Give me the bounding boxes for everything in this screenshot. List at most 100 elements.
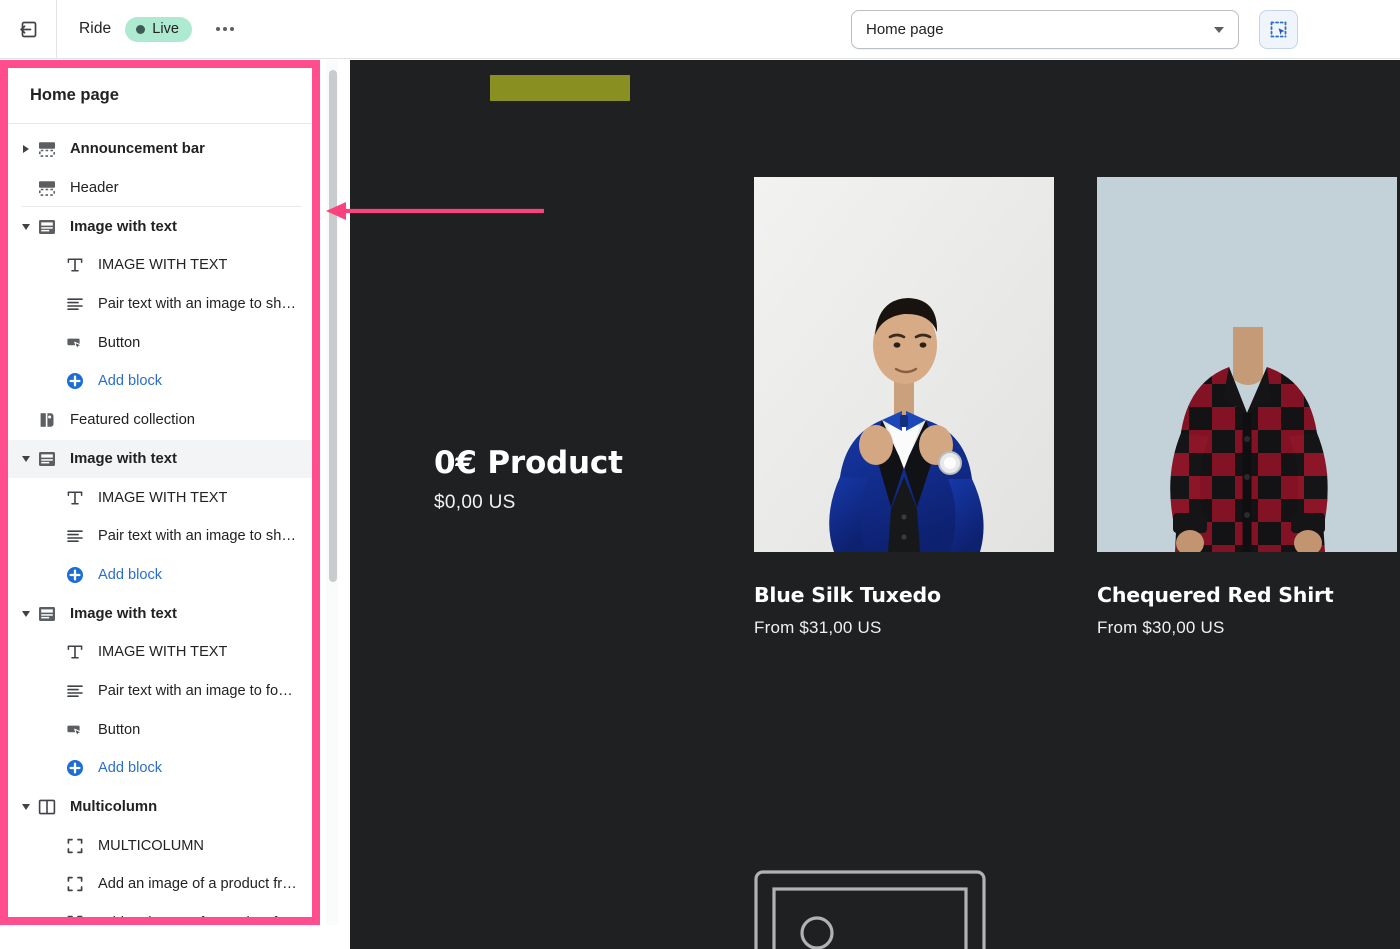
tree-item-label: Add an image of a product fr…: [98, 915, 297, 917]
tree-item-image-with-text[interactable]: Image with text: [8, 207, 312, 246]
tree-item-label: IMAGE WITH TEXT: [98, 257, 228, 274]
tree-item-add-block[interactable]: Add block: [8, 749, 312, 788]
tree-item-label: Pair text with an image to fo…: [98, 682, 293, 699]
tree-item-image-with-text[interactable]: IMAGE WITH TEXT: [8, 633, 312, 672]
section-tree: Announcement bar Header Image with text IMA…: [8, 124, 312, 917]
shop-name: Ride: [79, 20, 112, 37]
tree-item-label: Button: [98, 334, 141, 351]
plus-circle-icon: [64, 757, 86, 779]
tree-item-label: Add block: [98, 760, 163, 777]
image-with-text-icon: [36, 216, 58, 238]
tree-item-label: Multicolumn: [70, 799, 158, 816]
tree-item-add-an-image-of-a-product-fr[interactable]: Add an image of a product fr…: [8, 904, 312, 917]
tree-item-featured-collection[interactable]: Featured collection: [8, 401, 312, 440]
page-selector-value: Home page: [866, 21, 944, 38]
image-placeholder-icon: [754, 870, 986, 949]
twisty-triangle: [23, 145, 29, 154]
hero-product-price: $0,00 US: [434, 492, 516, 513]
product-image: [754, 177, 1054, 552]
product-card[interactable]: Blue Silk Tuxedo From $31,00 US: [754, 177, 1054, 638]
product-card[interactable]: Chequered Red Shirt From $30,00 US: [1097, 177, 1397, 638]
tree-item-label: Add an image of a product fr…: [98, 876, 297, 893]
tree-item-label: Featured collection: [70, 412, 196, 429]
product-image: [1097, 177, 1397, 552]
tree-item-multicolumn[interactable]: Multicolumn: [8, 788, 312, 827]
twisty-triangle: [22, 455, 30, 462]
tree-item-image-with-text[interactable]: Image with text: [8, 439, 312, 479]
tree-item-label: Add block: [98, 373, 163, 390]
price-tag-icon: [36, 409, 58, 431]
heading-text-icon: [64, 487, 86, 509]
tree-item-add-block[interactable]: Add block: [8, 556, 312, 595]
frame-corners-icon: [64, 912, 86, 917]
sections-panel-highlight: Home page Announcement bar Header Image wi…: [0, 60, 320, 925]
tree-item-label: Header: [70, 180, 119, 197]
tree-item-image-with-text[interactable]: Image with text: [8, 594, 312, 633]
tree-item-label: Add block: [98, 566, 163, 583]
announcement-bar-accent: [490, 75, 630, 101]
chevron-down-icon[interactable]: [16, 804, 36, 811]
status-dot-icon: [136, 24, 146, 34]
tree-item-multicolumn[interactable]: MULTICOLUMN: [8, 826, 312, 865]
image-placeholder: [754, 870, 986, 949]
tree-item-label: Pair text with an image to sh…: [98, 296, 296, 313]
hero-product-title: 0€ Product: [434, 445, 623, 481]
product-name: Chequered Red Shirt: [1097, 583, 1334, 607]
more-horizontal-icon: [215, 27, 220, 31]
tree-item-pair-text-with-an-image-to-sh[interactable]: Pair text with an image to sh…: [8, 517, 312, 556]
marquee-select-icon: [1270, 21, 1287, 38]
tree-item-label: Image with text: [70, 450, 177, 467]
man-in-blue-silk-tuxedo-photo: [754, 177, 1054, 552]
tree-item-announcement-bar[interactable]: Announcement bar: [8, 130, 312, 169]
tree-item-header[interactable]: Header: [8, 169, 312, 208]
sections-panel: Home page Announcement bar Header Image wi…: [8, 68, 312, 917]
twisty-triangle: [22, 610, 30, 617]
more-horizontal-icon: [222, 27, 227, 31]
more-options-button[interactable]: [210, 14, 240, 44]
section-bar-icon: [36, 177, 58, 199]
plus-circle-icon: [64, 564, 86, 586]
tree-item-image-with-text[interactable]: IMAGE WITH TEXT: [8, 246, 312, 285]
paragraph-icon: [64, 680, 86, 702]
tree-item-label: Image with text: [70, 605, 177, 622]
section-bar-icon: [36, 138, 58, 160]
heading-text-icon: [64, 641, 86, 663]
frame-corners-icon: [64, 873, 86, 895]
twisty-triangle: [22, 804, 30, 811]
theme-preview-canvas[interactable]: 0€ Product $0,00 US Blue Silk Tuxedo Fro…: [350, 60, 1400, 949]
chevron-down-icon[interactable]: [16, 455, 36, 462]
tree-item-button[interactable]: Button: [8, 710, 312, 749]
tree-item-image-with-text[interactable]: IMAGE WITH TEXT: [8, 478, 312, 517]
status-badge[interactable]: Live: [125, 16, 192, 42]
page-selector[interactable]: Home page: [851, 10, 1239, 49]
tree-item-pair-text-with-an-image-to-fo[interactable]: Pair text with an image to fo…: [8, 672, 312, 711]
tree-item-add-block[interactable]: Add block: [8, 362, 312, 401]
paragraph-icon: [64, 293, 86, 315]
topbar-divider: [56, 0, 57, 59]
chevron-right-icon[interactable]: [16, 145, 36, 154]
sidebar-scrollbar-thumb[interactable]: [328, 70, 337, 582]
tree-item-label: Announcement bar: [70, 141, 205, 158]
exit-arrow-icon: [19, 21, 36, 37]
status-badge-label: Live: [152, 21, 179, 37]
tree-item-label: Image with text: [70, 218, 177, 235]
product-price: From $30,00 US: [1097, 618, 1225, 637]
pink-left-arrow-pointer: [326, 202, 546, 220]
image-with-text-icon: [36, 603, 58, 625]
tree-item-label: MULTICOLUMN: [98, 837, 204, 854]
tree-item-add-an-image-of-a-product-fr[interactable]: Add an image of a product fr…: [8, 865, 312, 904]
tree-item-pair-text-with-an-image-to-sh[interactable]: Pair text with an image to sh…: [8, 285, 312, 324]
chevron-down-icon[interactable]: [16, 610, 36, 617]
chevron-down-icon[interactable]: [16, 223, 36, 230]
tree-item-button[interactable]: Button: [8, 323, 312, 362]
more-horizontal-icon: [229, 27, 234, 31]
tree-item-label: IMAGE WITH TEXT: [98, 489, 228, 506]
paragraph-icon: [64, 525, 86, 547]
multicolumn-icon: [36, 796, 58, 818]
tree-item-label: Pair text with an image to sh…: [98, 528, 296, 545]
button-cursor-icon: [64, 719, 86, 741]
exit-editor-button[interactable]: [8, 9, 48, 49]
marquee-select-tool-button[interactable]: [1259, 10, 1298, 49]
twisty-triangle: [22, 223, 30, 230]
heading-text-icon: [64, 254, 86, 276]
